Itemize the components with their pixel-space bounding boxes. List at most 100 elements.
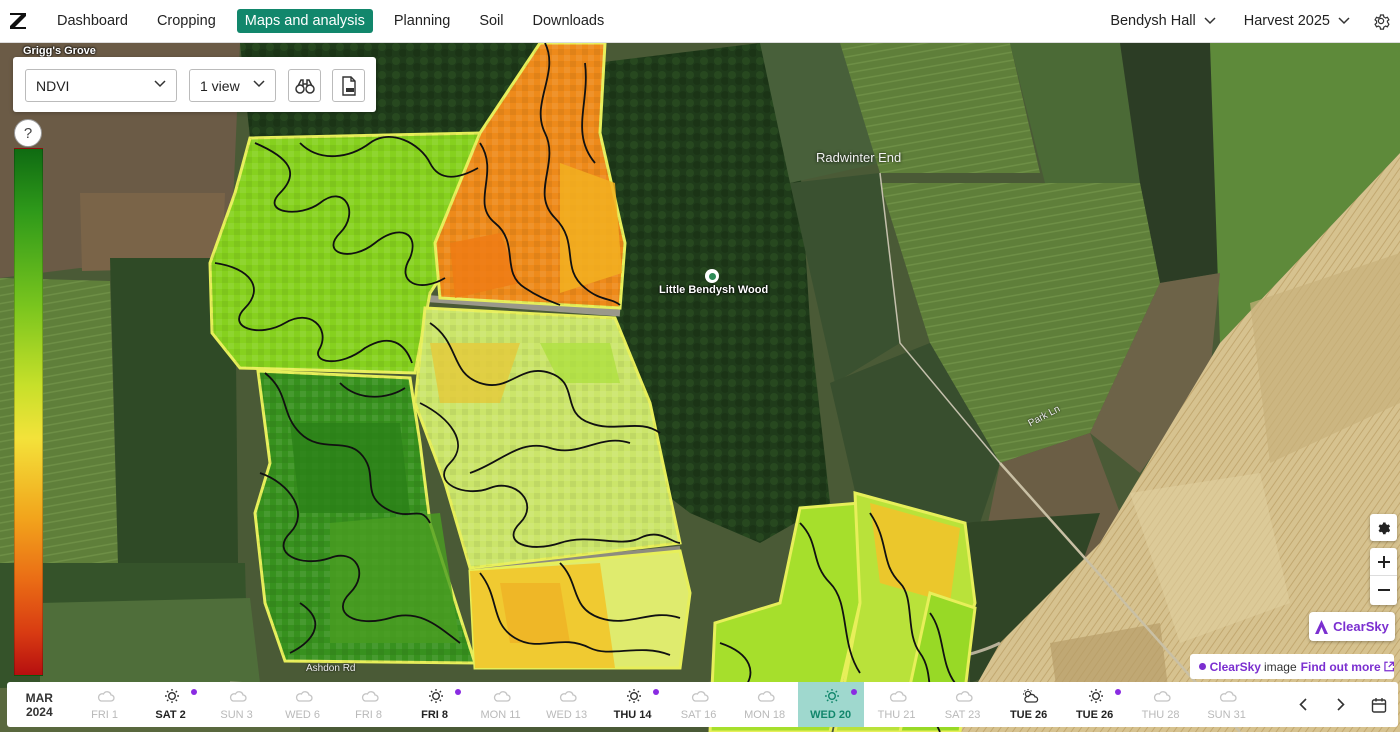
map-canvas[interactable]: Grigg's Grove Little Bendysh Wood Radwin…	[0, 43, 1400, 732]
map-controls-panel: NDVI 1 view	[13, 57, 376, 112]
timeline-day[interactable]: THU 21	[864, 682, 930, 727]
nav-planning[interactable]: Planning	[386, 9, 458, 33]
clearsky-dot-icon	[1114, 689, 1121, 695]
external-link-icon[interactable]	[1383, 661, 1394, 672]
timeline-day-label: TUE 26	[1009, 709, 1048, 721]
map-settings-button[interactable]	[1370, 514, 1397, 541]
timeline-day[interactable]: FRI 1	[72, 682, 138, 727]
sun-icon	[626, 689, 641, 703]
timeline-day[interactable]: THU 14	[600, 682, 666, 727]
app-logo-icon[interactable]	[9, 12, 27, 30]
layer-select-value: NDVI	[36, 77, 70, 94]
timeline-day[interactable]: SUN 31	[1194, 682, 1260, 727]
timeline-day[interactable]: 2	[1260, 682, 1278, 727]
views-select-value: 1 view	[200, 77, 240, 94]
clearsky-note-text: image	[1263, 659, 1297, 674]
timeline-day-label: WED 6	[285, 709, 321, 721]
timeline-month-name: MAR	[25, 690, 53, 705]
binoculars-icon	[294, 78, 315, 94]
timeline-day-label: FRI 8	[421, 709, 449, 721]
farm-selector[interactable]: Bendysh Hall	[1110, 13, 1216, 29]
plus-icon	[1377, 555, 1390, 568]
timeline-day-label: THU 21	[877, 709, 916, 721]
chevron-left-icon	[1299, 698, 1307, 711]
timeline-day[interactable]: TUE 26	[996, 682, 1062, 727]
calendar-button[interactable]	[1360, 682, 1398, 727]
chevron-down-icon	[1338, 17, 1350, 25]
cloud-icon	[295, 691, 313, 702]
chevron-right-icon	[1337, 698, 1345, 711]
clearsky-dot-icon	[850, 689, 857, 695]
timeline-day[interactable]: WED 20	[797, 682, 864, 727]
timeline-day[interactable]: FRI 8	[336, 682, 402, 727]
nav-soil[interactable]: Soil	[471, 9, 511, 33]
settings-gear-icon[interactable]	[1372, 12, 1390, 30]
farm-selector-label: Bendysh Hall	[1110, 13, 1196, 29]
harvest-selector[interactable]: Harvest 2025	[1244, 13, 1350, 29]
chevron-down-icon	[253, 80, 265, 88]
nav-maps-and-analysis[interactable]: Maps and analysis	[236, 9, 373, 33]
timeline-day-label: MON 11	[480, 709, 521, 721]
timeline-day[interactable]: SAT 23	[930, 682, 996, 727]
nav-cropping[interactable]: Cropping	[149, 9, 224, 33]
timeline-day-label: FRI 1	[91, 709, 119, 721]
timeline-day[interactable]: SAT 16	[666, 682, 732, 727]
map-label-griggs-grove: Grigg's Grove	[23, 45, 96, 57]
timeline-day-label: MON 18	[744, 709, 786, 721]
timeline-days: FRI 1 SAT 2 SUN 3 WED 6 FRI 8 FRI 8 MON 11 WED …	[72, 682, 1278, 727]
export-pdf-button[interactable]	[332, 69, 365, 102]
nav-dashboard[interactable]: Dashboard	[49, 9, 136, 33]
timeline-day-label: SUN 31	[1207, 709, 1246, 721]
timeline-day-label: FRI 8	[355, 709, 383, 721]
zoom-in-button[interactable]	[1370, 548, 1397, 576]
legend-help-button[interactable]: ?	[14, 119, 42, 147]
sun-icon	[1088, 689, 1103, 703]
timeline-next-button[interactable]	[1322, 682, 1360, 727]
timeline-day-label: SUN 3	[220, 709, 253, 721]
top-navigation: Dashboard Cropping Maps and analysis Planni…	[0, 0, 1400, 43]
layer-select[interactable]: NDVI	[25, 69, 177, 102]
cloud-icon	[691, 691, 709, 702]
sun-icon	[164, 689, 179, 703]
timeline-day[interactable]: MON 11	[468, 682, 534, 727]
timeline-year: 2024	[25, 704, 53, 719]
timeline-day[interactable]: WED 13	[534, 682, 600, 727]
nav-downloads[interactable]: Downloads	[525, 9, 613, 33]
zoom-out-button[interactable]	[1370, 576, 1397, 604]
timeline-day[interactable]: WED 6	[270, 682, 336, 727]
timeline-day[interactable]: FRI 8	[402, 682, 468, 727]
clearsky-button[interactable]: ClearSky	[1309, 612, 1395, 641]
timeline-day[interactable]: SAT 2	[138, 682, 204, 727]
timeline-day-label: 2	[1260, 709, 1278, 721]
chevron-down-icon	[154, 80, 166, 88]
timeline-day[interactable]: SUN 3	[204, 682, 270, 727]
date-timeline: MAR 2024 FRI 1 SAT 2 SUN 3 WED 6 FRI 8 FRI 8 M…	[7, 682, 1398, 727]
map-label-ashdon-rd: Ashdon Rd	[306, 663, 356, 674]
partly-cloudy-icon	[1022, 689, 1038, 703]
map-label-little-bendysh-wood: Little Bendysh Wood	[659, 284, 769, 296]
timeline-day[interactable]: MON 18	[732, 682, 798, 727]
satellite-map[interactable]	[0, 43, 1400, 732]
clearsky-logo-icon	[1315, 619, 1329, 634]
clearsky-dot-icon	[190, 689, 197, 695]
timeline-day[interactable]: THU 28	[1128, 682, 1194, 727]
cloud-icon	[559, 691, 577, 702]
map-label-radwinter-end: Radwinter End	[816, 150, 902, 165]
chevron-down-icon	[1204, 17, 1216, 25]
cloud-icon	[1153, 691, 1171, 702]
clearsky-note-brand: ClearSky	[1209, 659, 1261, 674]
ndvi-legend-scale	[14, 148, 43, 676]
timeline-day-label: WED 20	[810, 709, 852, 721]
timeline-month: MAR 2024	[7, 691, 72, 719]
timeline-prev-button[interactable]	[1284, 682, 1322, 727]
cloud-icon	[361, 691, 379, 702]
location-pin-icon[interactable]	[705, 269, 719, 283]
clearsky-dot-icon	[1199, 663, 1206, 670]
views-select[interactable]: 1 view	[189, 69, 276, 102]
timeline-day-label: WED 13	[546, 709, 588, 721]
find-out-more-link[interactable]: Find out more	[1301, 660, 1381, 674]
compare-button[interactable]	[288, 69, 321, 102]
timeline-day[interactable]: TUE 26	[1062, 682, 1128, 727]
clearsky-dot-icon	[652, 689, 659, 695]
sun-icon	[824, 689, 839, 703]
